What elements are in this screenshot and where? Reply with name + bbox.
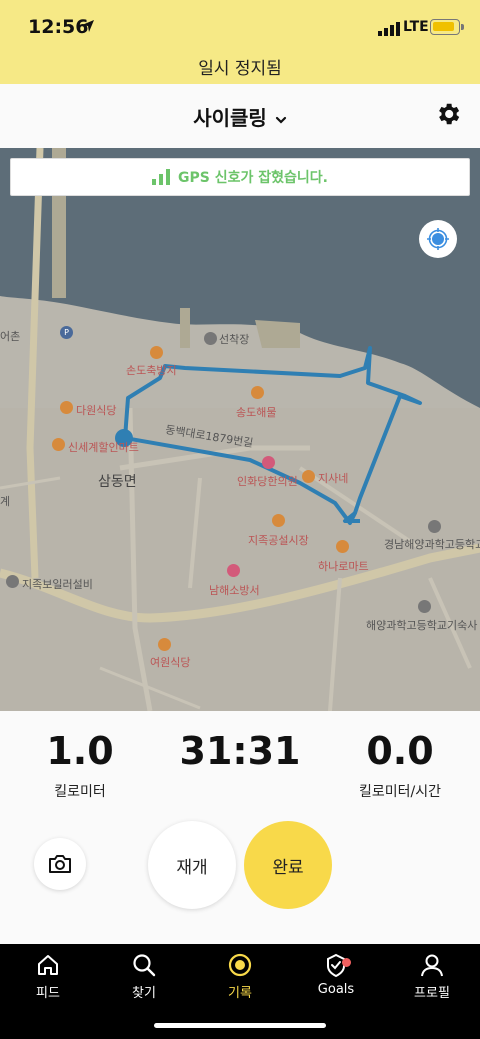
resume-button[interactable]: 재개 [148,821,236,909]
camera-button[interactable] [34,838,86,890]
fire-station-poi-icon [227,564,240,577]
tab-explore-label: 찾기 [132,986,156,1001]
status-bar: 12:56 LTE [0,0,480,58]
tab-feed[interactable]: 피드 [0,952,96,1001]
gps-status-banner: GPS 신호가 잡혔습니다. [10,158,470,196]
tab-explore[interactable]: 찾기 [96,952,192,1001]
map-label-yeowon: 여원식당 [150,656,191,669]
business-poi-icon [6,575,19,588]
parking-icon: P [60,326,73,339]
search-icon [133,954,156,977]
elapsed-time-value: 31:31 [179,729,301,773]
tab-record-label: 기록 [228,986,252,1001]
home-icon [38,955,58,975]
tab-goals-label: Goals [317,982,355,997]
tab-goals[interactable]: Goals [288,952,384,997]
map-label-sinsegye: 신세계할인마트 [68,441,139,454]
stats-panel: 1.0 킬로미터 31:31 0.0 킬로미터/시간 재개 완료 [0,711,480,944]
chevron-down-icon [275,116,286,124]
distance-stat: 1.0 킬로미터 [0,729,160,801]
record-icon [228,953,252,977]
location-arrow-icon [82,20,94,32]
speed-value: 0.0 [366,729,434,773]
map-label-pier: 선착장 [219,333,250,346]
battery-icon [430,19,464,35]
restaurant-poi-icon [158,638,171,651]
speed-label: 킬로미터/시간 [359,784,441,800]
profile-icon [421,954,443,977]
tab-profile[interactable]: 프로필 [384,952,480,1001]
header: 사이클링 [0,84,480,148]
tab-profile-label: 프로필 [414,986,450,1001]
distance-value: 1.0 [46,729,114,773]
tab-record[interactable]: 기록 [192,952,288,1001]
restaurant-poi-icon [302,470,315,483]
map-label-gyeongnam: 경남해양과학고등학교 [384,538,480,551]
restaurant-poi-icon [251,386,264,399]
restaurant-poi-icon [60,401,73,414]
paused-text: 일시 정지됨 [198,59,282,79]
map-label-samdong: 삼동면 [98,474,137,490]
time-stat: 31:31 [160,729,320,773]
activity-label: 사이클링 [193,106,267,130]
mart-poi-icon [336,540,349,553]
settings-gear-icon[interactable] [434,100,462,128]
map-label-hanaro: 하나로마트 [318,560,369,573]
map-label-chon: 어촌 [0,330,21,343]
map-label-jijok-market: 지족공설시장 [248,534,309,547]
map-label-sobang: 남해소방서 [209,584,260,597]
map-label-dorm: 해양과학고등학교기숙사 [366,619,478,632]
map-label-inhwadang: 인화당한의원 [237,475,298,488]
clinic-poi-icon [262,456,275,469]
map-label-sahoe: 지사네 [318,472,349,485]
map-label-dawon: 다원식당 [76,404,117,417]
map-label-songdo: 송도해물 [236,406,277,419]
distance-label: 킬로미터 [54,784,106,800]
gps-signal-icon [152,169,171,185]
paused-banner: 12:56 LTE 일시 정지됨 [0,0,480,84]
network-type: LTE [403,19,429,35]
route-map[interactable]: GPS 신호가 잡혔습니다. 어촌 P 선착장 손도축방지 다원식당 송도해물 … [0,148,480,711]
notification-badge [342,958,351,967]
dorm-poi-icon [418,600,431,613]
locate-me-button[interactable] [419,220,457,258]
market-poi-icon [272,514,285,527]
signal-icon [378,22,400,36]
school-poi-icon [428,520,441,533]
map-label-jijokboil: 지족보일러설비 [22,578,93,591]
camera-icon [49,855,71,873]
restaurant-poi-icon [150,346,163,359]
pier-poi-icon [204,332,217,345]
activity-selector[interactable]: 사이클링 [0,102,480,131]
map-label-sondochuk: 손도축방지 [126,364,177,377]
gps-status-text: GPS 신호가 잡혔습니다. [178,170,328,186]
crosshair-icon [427,228,449,250]
tab-feed-label: 피드 [36,986,60,1001]
shop-poi-icon [52,438,65,451]
map-label-gye: 계 [0,495,11,508]
finish-button[interactable]: 완료 [244,821,332,909]
home-indicator [154,1023,326,1028]
speed-stat: 0.0 킬로미터/시간 [320,729,480,801]
